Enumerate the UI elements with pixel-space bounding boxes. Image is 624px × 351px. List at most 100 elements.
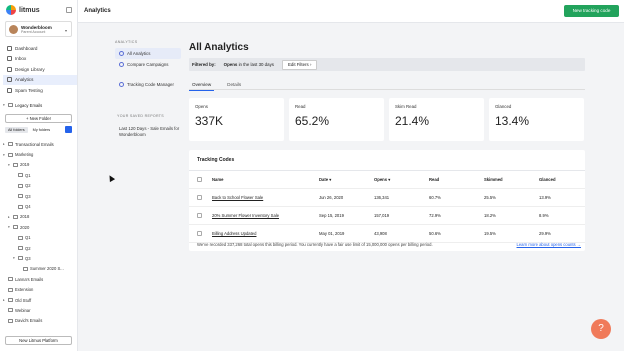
folder-tree-item[interactable]: Q2 [2, 181, 77, 191]
tab-my-folders[interactable]: My folders [30, 127, 54, 133]
folder-search-button[interactable] [65, 126, 72, 133]
table-cell: 136,341 [374, 195, 390, 200]
folder-icon [13, 162, 18, 167]
folder-label: David's Emails [15, 318, 43, 324]
nav-item-inbox[interactable]: Inbox [3, 54, 77, 65]
folder-tree-item[interactable]: Extension [2, 284, 77, 294]
col-glanced[interactable]: Glanced [539, 177, 556, 182]
col-opens[interactable]: Opens ▾ [374, 177, 390, 182]
table-cell: 72.9% [429, 213, 441, 218]
saved-report-item[interactable]: Last 120 Days - Sale Emails for Wonderbl… [119, 126, 181, 138]
caret-icon[interactable]: ▸ [3, 298, 6, 302]
subnav-item-tracking-code-manager[interactable]: Tracking Code Manager [115, 79, 181, 90]
caret-icon[interactable]: ▸ [8, 215, 11, 219]
table-row[interactable]: Billing Address Updated May 01, 2019 43,90… [189, 225, 585, 243]
folder-label: Legacy Emails [15, 102, 43, 108]
table-footer: We've recorded 337,268 total opens this … [197, 242, 581, 247]
metric-label: Glanced [495, 104, 512, 109]
folder-tree-item[interactable]: ▸ Old Stuff [2, 295, 77, 305]
top-bar: Analytics New tracking code [78, 0, 624, 23]
select-all-checkbox[interactable] [197, 177, 202, 182]
table-row[interactable]: 20% Summer Flower Inventory Sale Sep 15, … [189, 207, 585, 225]
table-cell: 50.6% [429, 231, 441, 236]
caret-icon[interactable]: ▾ [8, 225, 11, 229]
col-name[interactable]: Name [212, 177, 223, 182]
usage-note: We've recorded 337,268 total opens this … [197, 242, 433, 247]
nav-item-analytics[interactable]: Analytics [3, 74, 77, 85]
caret-icon[interactable]: ▾ [8, 163, 11, 167]
new-tracking-code-button[interactable]: New tracking code [564, 5, 619, 17]
metric-value: 13.4% [495, 114, 530, 128]
folder-tree-item[interactable]: ▾ Marketing [2, 149, 77, 159]
folder-tree-item[interactable]: ▾ 2019 [2, 160, 77, 170]
row-checkbox[interactable] [197, 231, 202, 236]
row-checkbox[interactable] [197, 195, 202, 200]
tracking-code-link[interactable]: Back to School Flower Sale [212, 195, 263, 200]
tracking-code-link[interactable]: 20% Summer Flower Inventory Sale [212, 213, 279, 218]
account-role: Parent Account [21, 29, 46, 34]
subnav-item-all-analytics[interactable]: All Analytics [115, 48, 181, 59]
account-name: Wonderbloom [21, 24, 52, 30]
legacy-emails-folder[interactable]: ▾ Legacy Emails [3, 100, 42, 110]
metric-card-glanced: Glanced 13.4% [489, 98, 584, 141]
account-switcher[interactable]: Wonderbloom Parent Account ▾ [5, 21, 72, 37]
edit-filters-button[interactable]: Edit Filters › [281, 59, 318, 70]
folder-tree-item[interactable]: ▾ Q3 [2, 253, 77, 263]
new-folder-button[interactable]: + New Folder [5, 114, 72, 123]
nav-item-dashboard[interactable]: Dashboard [3, 43, 77, 54]
row-checkbox[interactable] [197, 213, 202, 218]
inbox-icon [7, 56, 12, 62]
folder-tree-item[interactable]: ▸ 2018 [2, 212, 77, 222]
nav-item-label: Spam Testing [15, 87, 43, 93]
folder-tree-item[interactable]: Q4 [2, 201, 77, 211]
caret-icon[interactable]: ▸ [3, 142, 6, 146]
folder-tree-item[interactable]: Summer 2020 S... [2, 264, 77, 274]
folder-tree-item[interactable]: ▸ Transactional Emails [2, 139, 77, 149]
nav-item-label: Analytics [15, 77, 34, 83]
table-cell: 8.9% [539, 213, 549, 218]
folder-tree-item[interactable]: ▾ 2020 [2, 222, 77, 232]
folder-label: Q2 [25, 245, 31, 251]
nav-item-spam-testing[interactable]: Spam Testing [3, 85, 77, 96]
metric-label: Read [295, 104, 306, 109]
help-button[interactable]: ? [591, 319, 611, 339]
folder-tree-item[interactable]: Q1 [2, 233, 77, 243]
litmus-logo-icon [6, 5, 16, 15]
tracking-code-link[interactable]: Billing Address Updated [212, 231, 256, 236]
folder-tree-item[interactable]: Lanna's Emails [2, 274, 77, 284]
folder-tree-item[interactable]: David's Emails [2, 316, 77, 326]
mouse-cursor-icon [106, 173, 116, 183]
col-skimmed[interactable]: Skimmed [484, 177, 503, 182]
col-read[interactable]: Read [429, 177, 439, 182]
folder-label: 2019 [20, 162, 30, 168]
table-row[interactable]: Back to School Flower Sale Jun 26, 2020 13… [189, 189, 585, 207]
folder-tree-item[interactable]: Q1 [2, 170, 77, 180]
folder-tree-item[interactable]: Q2 [2, 243, 77, 253]
table-cell: Jun 26, 2020 [319, 195, 344, 200]
caret-icon[interactable]: ▾ [13, 256, 16, 260]
metric-card-skim-read: Skim Read 21.4% [389, 98, 484, 141]
collapse-sidebar-icon[interactable] [66, 7, 72, 13]
col-date[interactable]: Date ▾ [319, 177, 331, 182]
metric-card-opens: Opens 337K [189, 98, 284, 141]
subnav-item-compare-campaigns[interactable]: Compare Campaigns [115, 59, 181, 70]
metric-value: 21.4% [395, 114, 430, 128]
nav-item-label: Design Library [15, 66, 45, 72]
subnav-item-label: All Analytics [127, 51, 151, 56]
caret-icon[interactable]: ▾ [3, 153, 6, 157]
learn-more-link[interactable]: Learn more about opens counts → [517, 242, 581, 247]
main-title: All Analytics [189, 42, 249, 53]
new-platform-button[interactable]: New Litmus Platform [5, 336, 72, 345]
table-cell: May 01, 2019 [319, 231, 345, 236]
nav-item-design-library[interactable]: Design Library [3, 64, 77, 75]
brand-logo[interactable]: litmus [6, 5, 40, 15]
main-nav: Dashboard Inbox Design Library Analytics… [3, 43, 77, 96]
table-header: Name Date ▾ Opens ▾ Read Skimmed Glanced [189, 171, 585, 189]
folder-tree-item[interactable]: Webinar [2, 305, 77, 315]
tab-all-folders[interactable]: All folders [5, 127, 28, 133]
folder-tree-item[interactable]: Q3 [2, 191, 77, 201]
folder-label: Summer 2020 S... [30, 266, 64, 272]
folder-icon [18, 173, 23, 178]
folder-label: Old Stuff [15, 297, 32, 303]
filter-label: Filtered by: [192, 62, 216, 67]
